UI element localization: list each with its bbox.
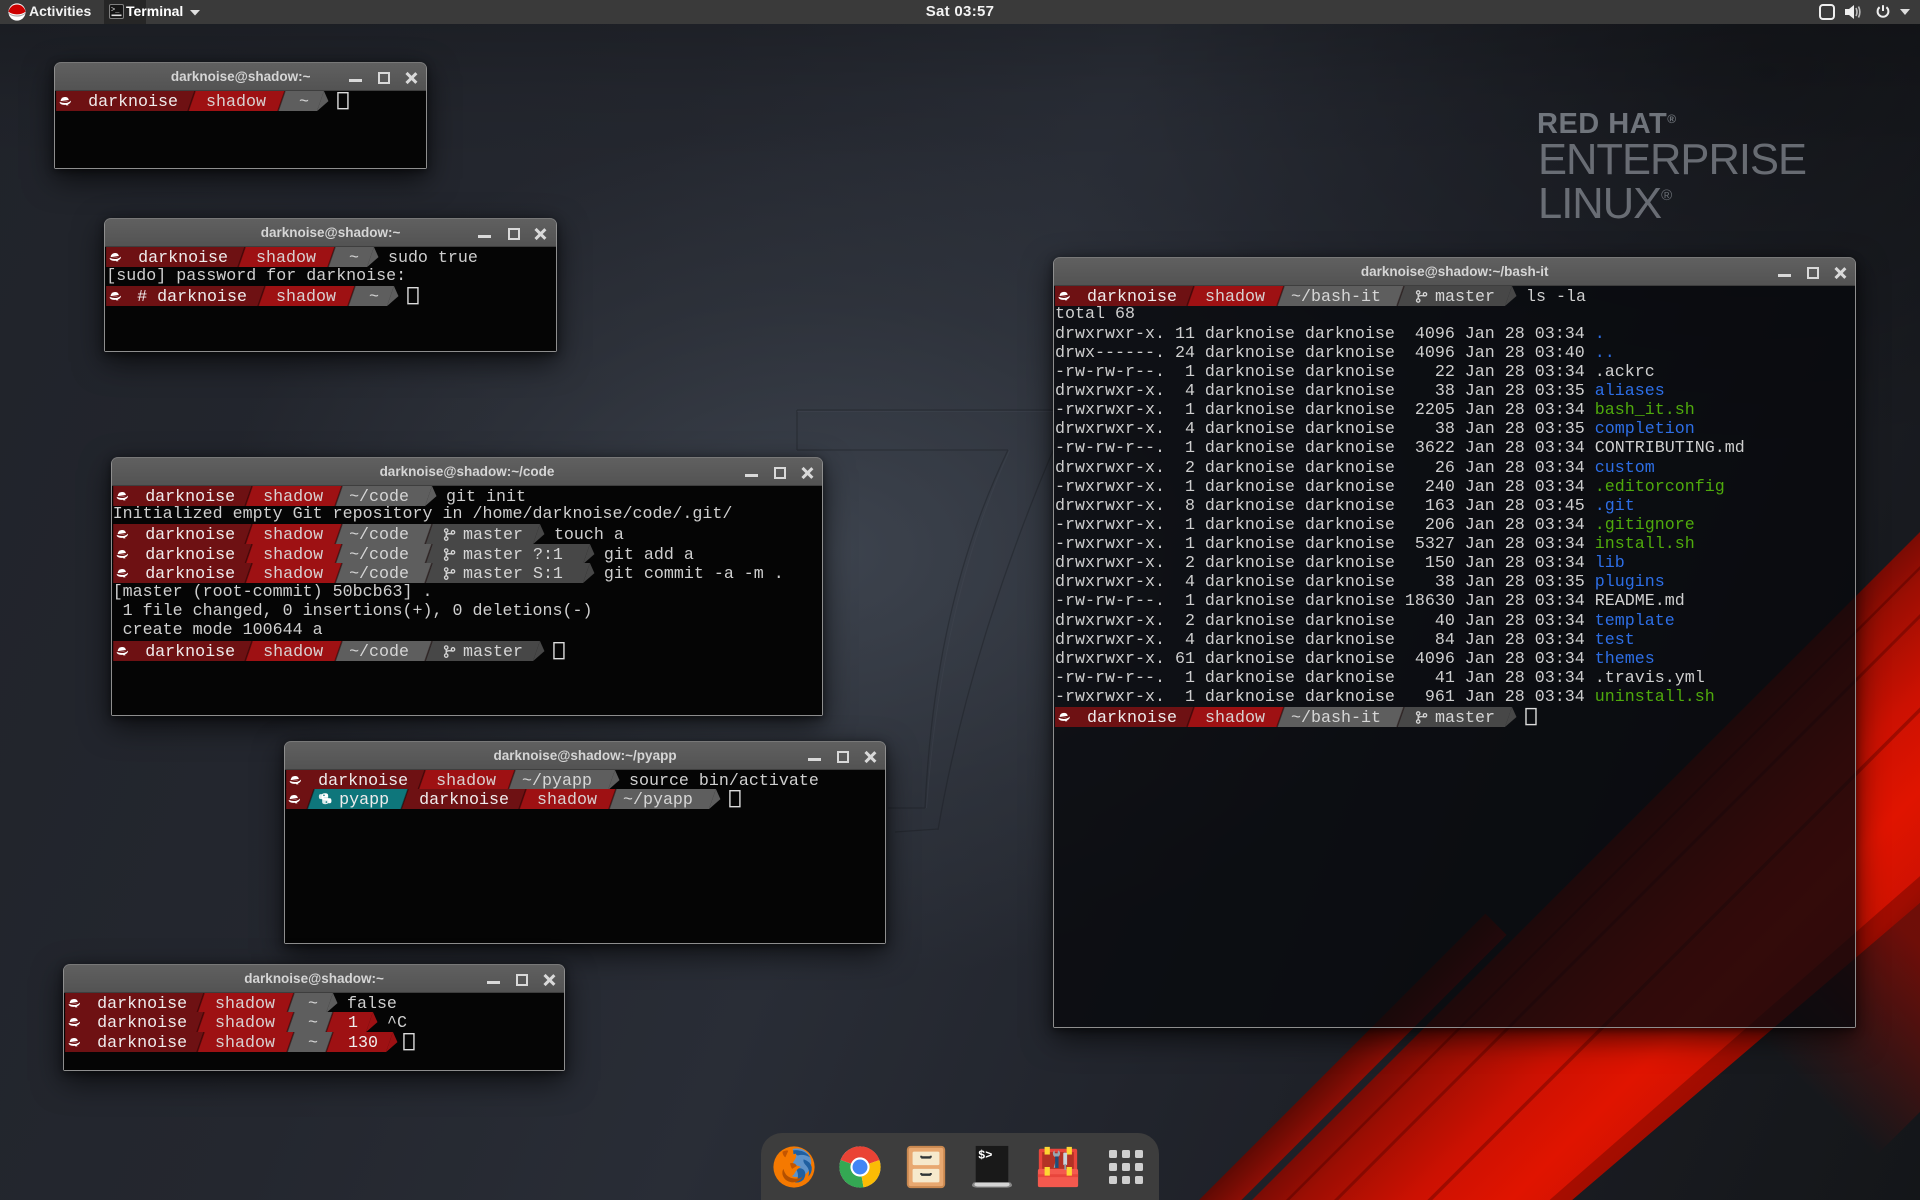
- svg-text:touch a: touch a: [554, 525, 624, 544]
- svg-text:darknoise: darknoise: [318, 771, 408, 790]
- svg-text:darknoise: darknoise: [157, 287, 247, 306]
- svg-text:master: master: [1435, 287, 1495, 306]
- svg-text:master: master: [463, 642, 523, 661]
- svg-text:darknoise: darknoise: [145, 487, 235, 506]
- svg-text:source bin/activate: source bin/activate: [629, 771, 819, 790]
- svg-text:shadow: shadow: [537, 790, 597, 809]
- svg-text:~/pyapp: ~/pyapp: [522, 771, 592, 790]
- svg-text:master: master: [1435, 708, 1495, 727]
- svg-text:master ?:1: master ?:1: [463, 545, 563, 564]
- svg-text:darknoise: darknoise: [1087, 708, 1177, 727]
- svg-text:darknoise: darknoise: [97, 1033, 187, 1052]
- svg-text:shadow: shadow: [263, 545, 323, 564]
- svg-text:shadow: shadow: [276, 287, 336, 306]
- svg-text:130: 130: [348, 1033, 378, 1052]
- svg-text:darknoise: darknoise: [138, 248, 228, 267]
- svg-text:~/bash-it: ~/bash-it: [1291, 287, 1381, 306]
- svg-text:shadow: shadow: [256, 248, 316, 267]
- svg-text:$>: $>: [978, 1148, 992, 1162]
- svg-text:~: ~: [369, 287, 379, 306]
- svg-text:pyapp: pyapp: [339, 790, 389, 809]
- svg-text:git add a: git add a: [604, 545, 694, 564]
- svg-text:shadow: shadow: [263, 642, 323, 661]
- svg-text:darknoise: darknoise: [419, 790, 509, 809]
- svg-text:darknoise: darknoise: [145, 564, 235, 583]
- svg-text:~: ~: [349, 248, 359, 267]
- svg-text:ls -la: ls -la: [1526, 287, 1586, 306]
- svg-text:darknoise: darknoise: [145, 642, 235, 661]
- svg-text:>_: >_: [111, 7, 120, 15]
- svg-text:git init: git init: [446, 487, 526, 506]
- svg-text:darknoise: darknoise: [145, 545, 235, 564]
- svg-text:shadow: shadow: [436, 771, 496, 790]
- svg-text:~/code: ~/code: [349, 642, 409, 661]
- svg-text:~/code: ~/code: [349, 487, 409, 506]
- svg-text:master: master: [463, 525, 523, 544]
- svg-text:~/pyapp: ~/pyapp: [623, 790, 693, 809]
- svg-text:~: ~: [308, 1033, 318, 1052]
- svg-text:darknoise: darknoise: [1087, 287, 1177, 306]
- svg-text:shadow: shadow: [206, 92, 266, 111]
- svg-text:darknoise: darknoise: [97, 1013, 187, 1032]
- svg-text:darknoise: darknoise: [88, 92, 178, 111]
- svg-text:^C: ^C: [387, 1013, 407, 1032]
- svg-text:~/code: ~/code: [349, 564, 409, 583]
- svg-text:~/bash-it: ~/bash-it: [1291, 708, 1381, 727]
- svg-text:master S:1: master S:1: [463, 564, 563, 583]
- svg-text:#: #: [137, 287, 147, 306]
- svg-text:~/code: ~/code: [349, 525, 409, 544]
- svg-text:sudo true: sudo true: [388, 248, 478, 267]
- svg-text:shadow: shadow: [1205, 708, 1265, 727]
- svg-text:shadow: shadow: [263, 525, 323, 544]
- svg-text:darknoise: darknoise: [145, 525, 235, 544]
- svg-text:~: ~: [299, 92, 309, 111]
- svg-text:shadow: shadow: [215, 1013, 275, 1032]
- svg-text:false: false: [347, 994, 397, 1013]
- svg-text:1: 1: [348, 1013, 358, 1032]
- svg-text:shadow: shadow: [215, 1033, 275, 1052]
- svg-text:shadow: shadow: [1205, 287, 1265, 306]
- svg-text:shadow: shadow: [263, 564, 323, 583]
- svg-text:~: ~: [308, 994, 318, 1013]
- svg-text:~/code: ~/code: [349, 545, 409, 564]
- svg-text:~: ~: [308, 1013, 318, 1032]
- svg-text:shadow: shadow: [263, 487, 323, 506]
- svg-text:shadow: shadow: [215, 994, 275, 1013]
- svg-text:git commit -a -m .: git commit -a -m .: [604, 564, 784, 583]
- svg-text:darknoise: darknoise: [97, 994, 187, 1013]
